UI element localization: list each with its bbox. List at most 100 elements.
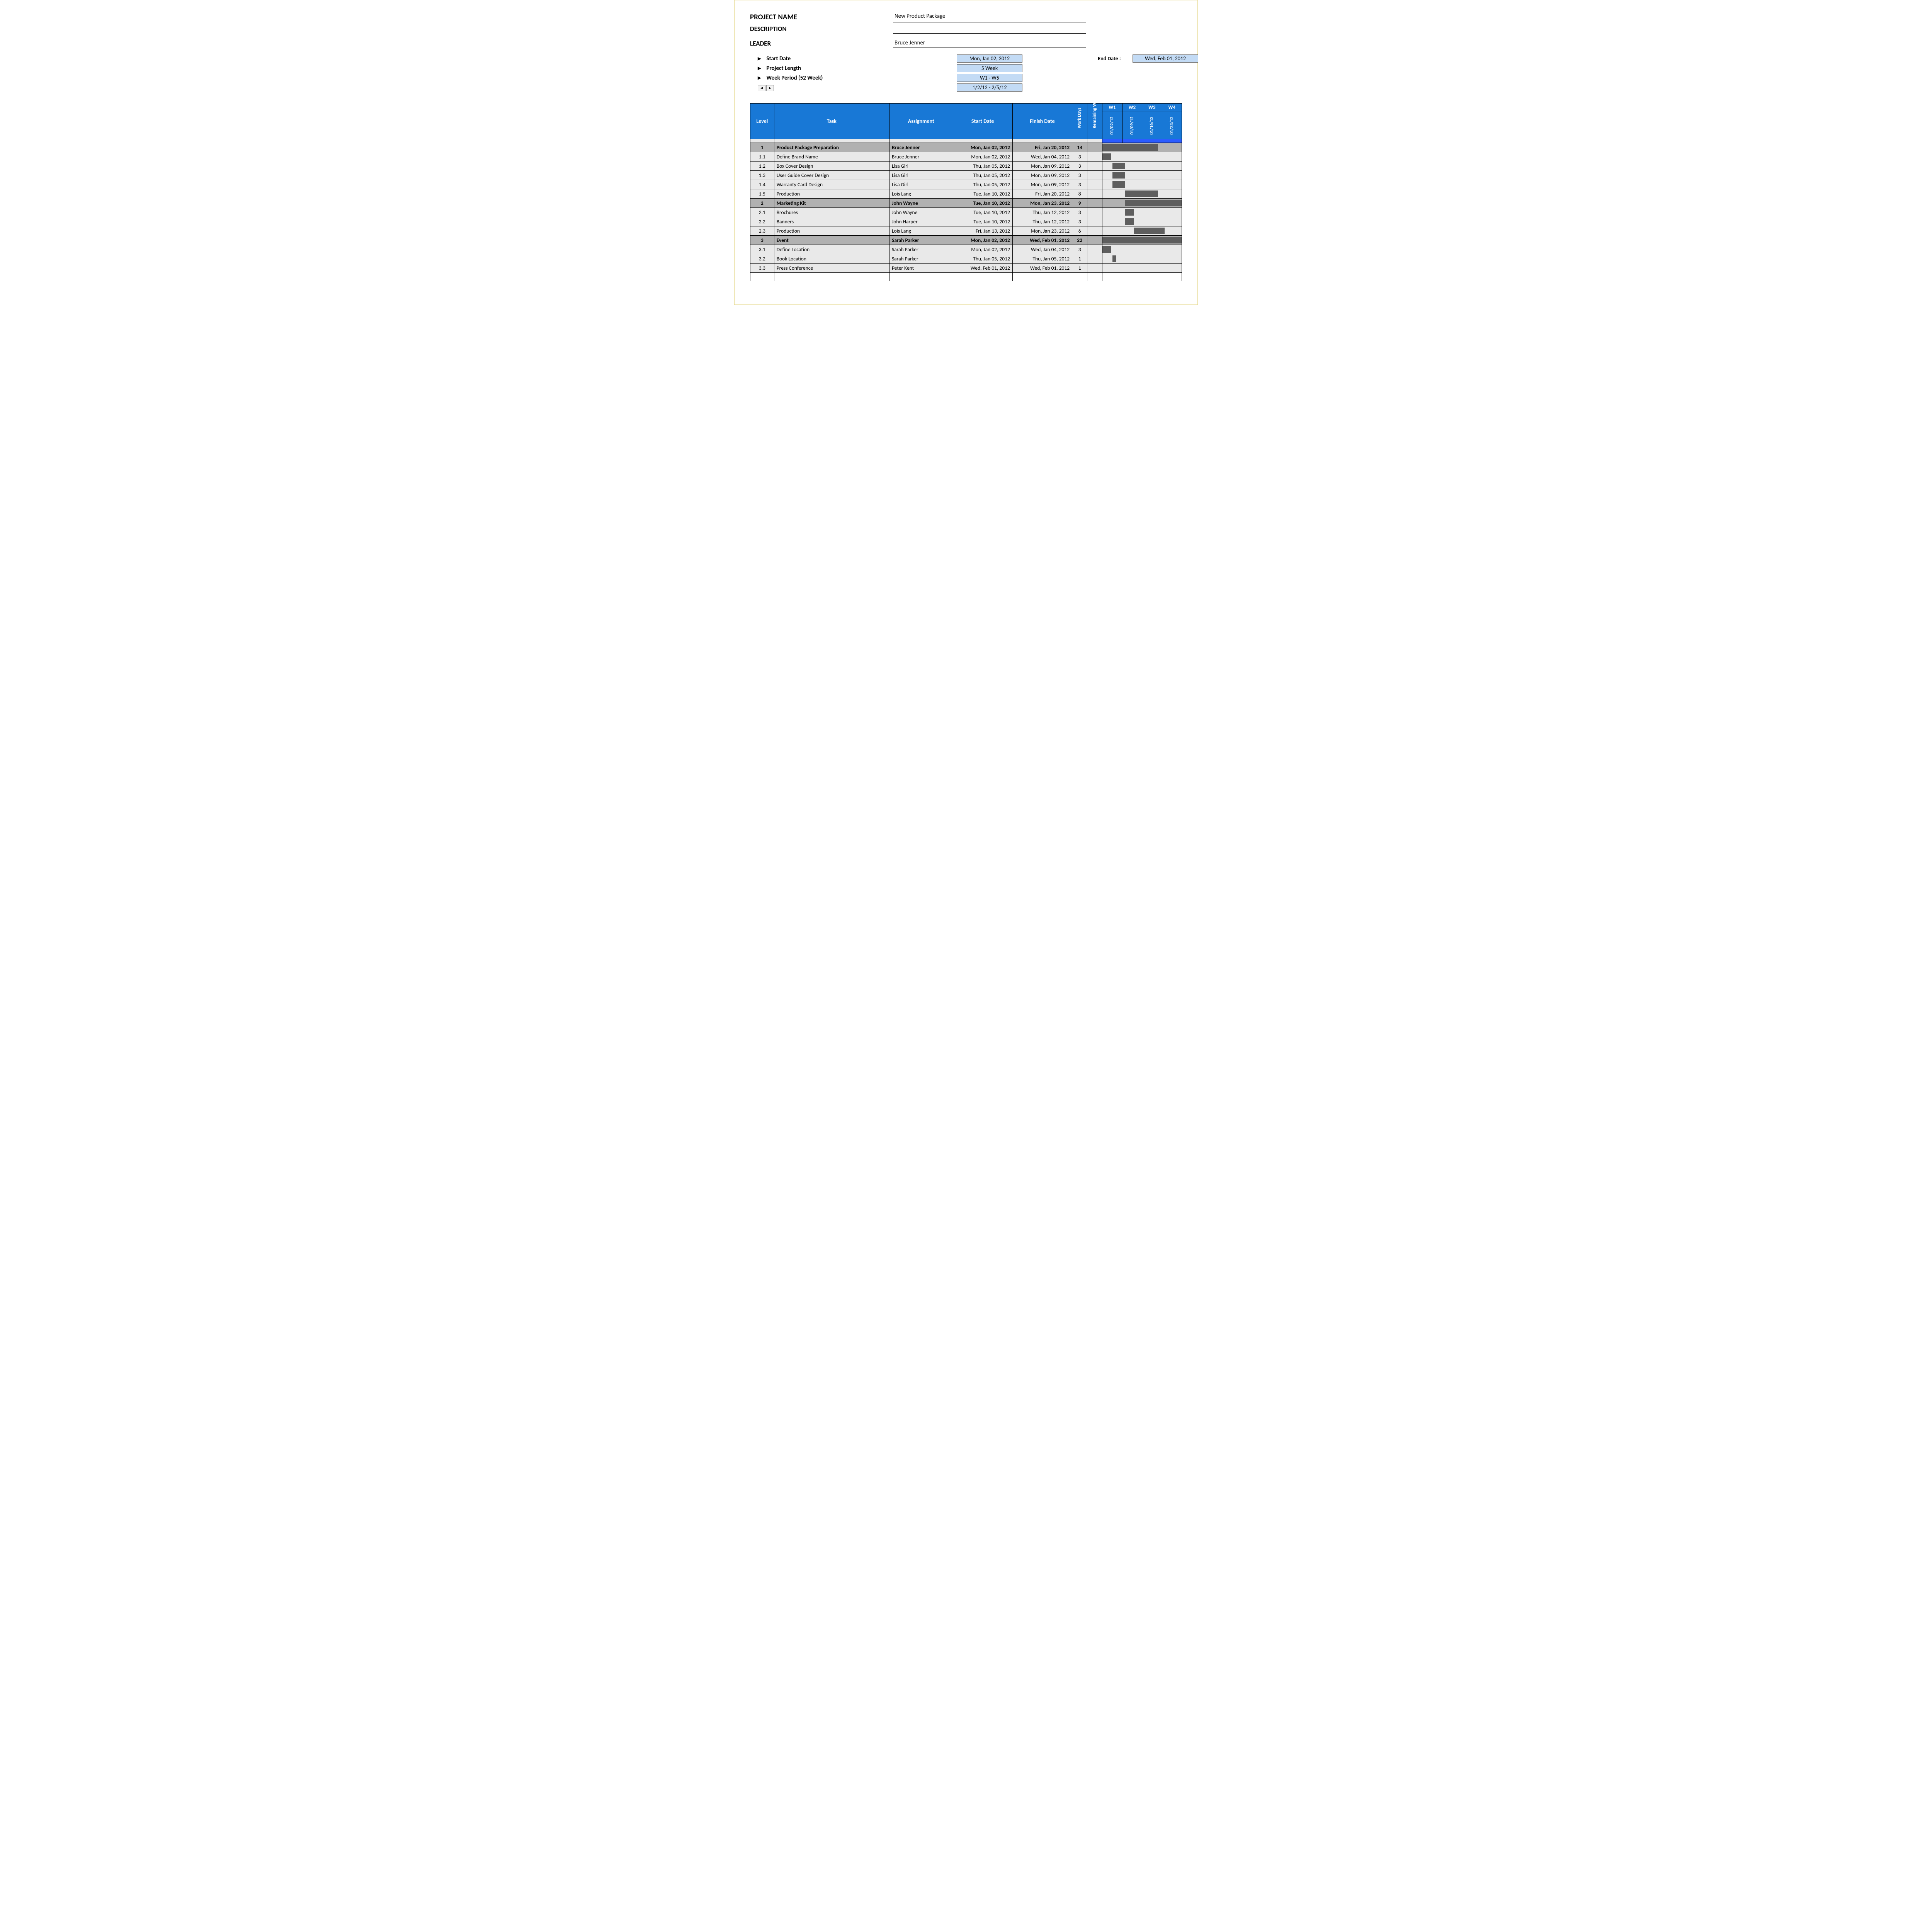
cell-finish-date: Mon, Jan 23, 2012 — [1012, 226, 1072, 236]
cell-work-days: 3 — [1072, 171, 1087, 180]
week-prev-button[interactable]: ◄ — [758, 85, 765, 91]
col-task: Task — [774, 104, 889, 139]
cell-remaining — [1087, 162, 1102, 171]
triangle-icon: ▶ — [758, 56, 761, 61]
cell-finish-date: Wed, Feb 01, 2012 — [1012, 236, 1072, 245]
cell-remaining — [1087, 226, 1102, 236]
col-level: Level — [750, 104, 774, 139]
table-row[interactable]: 2Marketing KitJohn WayneTue, Jan 10, 201… — [750, 199, 1182, 208]
cell-work-days: 3 — [1072, 162, 1087, 171]
gantt-cell — [1102, 254, 1182, 264]
cell-finish-date: Wed, Feb 01, 2012 — [1012, 264, 1072, 273]
cell-remaining — [1087, 152, 1102, 162]
gantt-cell — [1102, 264, 1182, 273]
cell-work-days: 1 — [1072, 264, 1087, 273]
table-row[interactable]: 2.2BannersJohn HarperTue, Jan 10, 2012Th… — [750, 217, 1182, 226]
cell-remaining — [1087, 189, 1102, 199]
row-project-length: ▶ Project Length — [750, 64, 889, 72]
col-week: W4 — [1162, 104, 1182, 112]
project-sheet: PROJECT NAME New Product Package DESCRIP… — [734, 0, 1198, 305]
cell-finish-date: Mon, Jan 09, 2012 — [1012, 180, 1072, 189]
table-row[interactable]: 1.2Box Cover DesignLisa GirlThu, Jan 05,… — [750, 162, 1182, 171]
table-row[interactable]: 2.3ProductionLois LangFri, Jan 13, 2012M… — [750, 226, 1182, 236]
cell-start-date: Tue, Jan 10, 2012 — [953, 217, 1012, 226]
gantt-cell — [1102, 217, 1182, 226]
cell-work-days: 3 — [1072, 245, 1087, 254]
cell-remaining — [1087, 143, 1102, 152]
cell-start-date: Tue, Jan 10, 2012 — [953, 189, 1012, 199]
table-row[interactable]: 2.1BrochuresJohn WayneTue, Jan 10, 2012T… — [750, 208, 1182, 217]
field-date-range[interactable]: 1/2/12 - 2/5/12 — [957, 83, 1022, 92]
gantt-cell — [1102, 171, 1182, 180]
info-block: PROJECT NAME New Product Package DESCRIP… — [750, 12, 1182, 92]
gantt-bar — [1125, 200, 1182, 206]
field-description-2[interactable] — [893, 35, 1086, 37]
table-row[interactable]: 3.1Define LocationSarah ParkerMon, Jan 0… — [750, 245, 1182, 254]
table-row[interactable]: 3.2Book LocationSarah ParkerThu, Jan 05,… — [750, 254, 1182, 264]
row-week-period: ▶ Week Period (52 Week) — [750, 74, 889, 82]
cell-remaining — [1087, 208, 1102, 217]
cell-assignment: Sarah Parker — [889, 254, 953, 264]
cell-task: User Guide Cover Design — [774, 171, 889, 180]
field-leader[interactable]: Bruce Jenner — [893, 39, 1086, 48]
cell-start-date: Thu, Jan 05, 2012 — [953, 254, 1012, 264]
cell-work-days: 22 — [1072, 236, 1087, 245]
gantt-cell — [1102, 236, 1182, 245]
triangle-icon: ▶ — [758, 66, 761, 71]
gantt-cell — [1102, 189, 1182, 199]
cell-task: Production — [774, 226, 889, 236]
cell-assignment: Peter Kent — [889, 264, 953, 273]
cell-assignment: Lois Lang — [889, 226, 953, 236]
gantt-cell — [1102, 152, 1182, 162]
cell-assignment: Lisa Girl — [889, 171, 953, 180]
cell-work-days: 1 — [1072, 254, 1087, 264]
cell-start-date: Mon, Jan 02, 2012 — [953, 236, 1012, 245]
gantt-cell — [1102, 208, 1182, 217]
table-row[interactable]: 1Product Package PreparationBruce Jenner… — [750, 143, 1182, 152]
cell-finish-date: Wed, Jan 04, 2012 — [1012, 152, 1072, 162]
table-row-empty — [750, 273, 1182, 281]
cell-remaining — [1087, 217, 1102, 226]
field-end-date[interactable]: Wed, Feb 01, 2012 — [1133, 54, 1198, 63]
field-project-name[interactable]: New Product Package — [893, 12, 1086, 22]
cell-work-days: 9 — [1072, 199, 1087, 208]
gantt-bar — [1112, 181, 1125, 188]
cell-remaining — [1087, 180, 1102, 189]
cell-remaining — [1087, 236, 1102, 245]
cell-level: 3.2 — [750, 254, 774, 264]
week-nav: ◄ ► — [758, 85, 774, 91]
gantt-bar — [1125, 218, 1134, 225]
field-description-1[interactable] — [893, 24, 1086, 34]
table-row[interactable]: 1.5ProductionLois LangTue, Jan 10, 2012F… — [750, 189, 1182, 199]
cell-start-date: Tue, Jan 10, 2012 — [953, 199, 1012, 208]
field-project-length[interactable]: 5 Week — [957, 64, 1022, 72]
table-row[interactable]: 3EventSarah ParkerMon, Jan 02, 2012Wed, … — [750, 236, 1182, 245]
label-description: DESCRIPTION — [750, 24, 889, 34]
gantt-cell — [1102, 226, 1182, 236]
table-row[interactable]: 1.4Warranty Card DesignLisa GirlThu, Jan… — [750, 180, 1182, 189]
cell-assignment: Lisa Girl — [889, 180, 953, 189]
cell-finish-date: Fri, Jan 20, 2012 — [1012, 143, 1072, 152]
cell-level: 2.2 — [750, 217, 774, 226]
cell-level: 1.5 — [750, 189, 774, 199]
cell-assignment: Lois Lang — [889, 189, 953, 199]
field-week-period[interactable]: W1 - W5 — [957, 74, 1022, 82]
cell-remaining — [1087, 254, 1102, 264]
week-next-button[interactable]: ► — [766, 85, 774, 91]
row-start-date: ▶ Start Date — [750, 54, 889, 63]
table-row[interactable]: 3.3Press ConferencePeter KentWed, Feb 01… — [750, 264, 1182, 273]
col-week: W2 — [1122, 104, 1142, 112]
cell-assignment: John Wayne — [889, 208, 953, 217]
col-week-date: 01/09/12 — [1122, 112, 1142, 139]
table-body: 1Product Package PreparationBruce Jenner… — [750, 139, 1182, 281]
table-row[interactable]: 1.1Define Brand NameBruce JennerMon, Jan… — [750, 152, 1182, 162]
cell-task: Product Package Preparation — [774, 143, 889, 152]
cell-task: Box Cover Design — [774, 162, 889, 171]
cell-start-date: Thu, Jan 05, 2012 — [953, 162, 1012, 171]
table-row[interactable]: 1.3User Guide Cover DesignLisa GirlThu, … — [750, 171, 1182, 180]
cell-work-days: 14 — [1072, 143, 1087, 152]
cell-level: 2.3 — [750, 226, 774, 236]
field-start-date[interactable]: Mon, Jan 02, 2012 — [957, 54, 1022, 63]
cell-assignment: Lisa Girl — [889, 162, 953, 171]
label-leader: LEADER — [750, 39, 889, 48]
